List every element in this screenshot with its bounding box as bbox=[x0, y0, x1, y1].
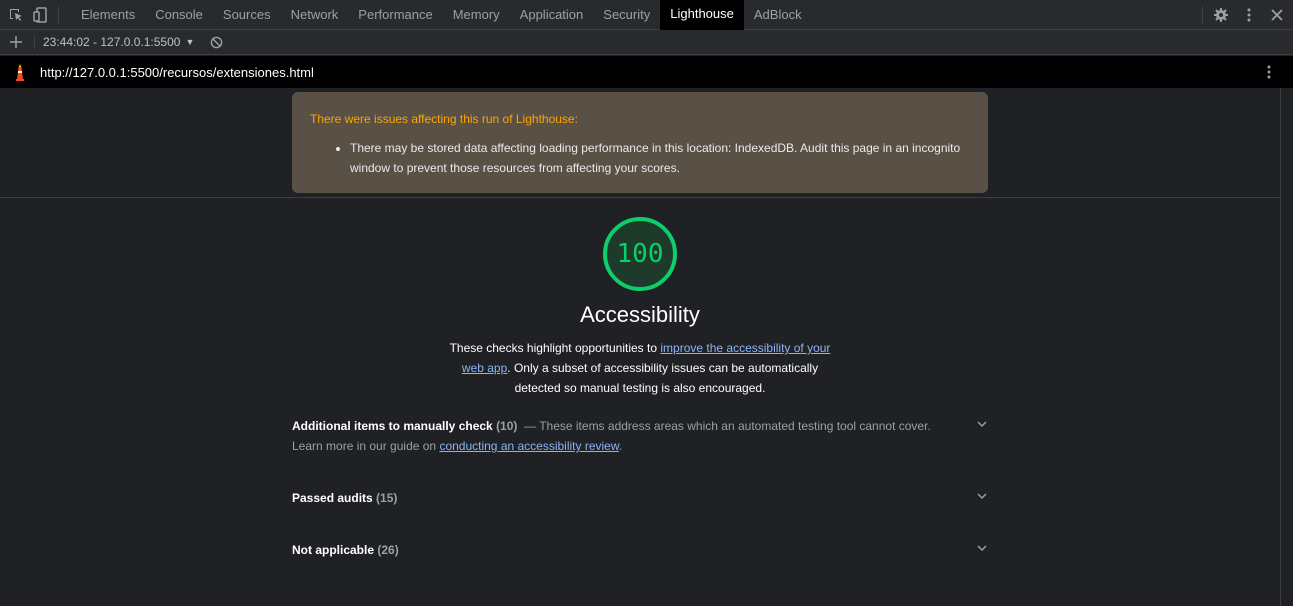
group-count: (10) bbox=[496, 419, 518, 433]
chevron-down-icon[interactable] bbox=[976, 488, 988, 508]
device-toolbar-icon[interactable] bbox=[30, 5, 50, 25]
group-separator: — bbox=[520, 419, 540, 433]
group-title: Additional items to manually check bbox=[292, 419, 493, 433]
category-title: Accessibility bbox=[580, 302, 700, 327]
devtools-tabs: Elements Console Sources Network Perform… bbox=[71, 0, 812, 30]
warning-list: There may be stored data affecting loadi… bbox=[310, 138, 970, 178]
plus-icon[interactable] bbox=[6, 32, 26, 52]
category-description: These checks highlight opportunities to … bbox=[440, 338, 840, 398]
tab-network[interactable]: Network bbox=[281, 0, 349, 30]
report-selector[interactable]: 23:44:02 - 127.0.0.1:5500 ▼ bbox=[43, 35, 194, 49]
group-title: Not applicable bbox=[292, 543, 375, 557]
chevron-down-icon[interactable] bbox=[976, 540, 988, 560]
caret-down-icon: ▼ bbox=[185, 37, 195, 47]
category-desc-text: . Only a subset of accessibility issues … bbox=[507, 361, 819, 395]
accessibility-review-link[interactable]: conducting an accessibility review bbox=[439, 439, 618, 453]
clear-block-icon[interactable] bbox=[206, 32, 226, 52]
warning-title: There were issues affecting this run of … bbox=[310, 112, 578, 126]
warning-item: There may be stored data affecting loadi… bbox=[350, 138, 970, 178]
more-vertical-icon[interactable] bbox=[1239, 5, 1259, 25]
group-not-applicable[interactable]: Not applicable (26) bbox=[292, 540, 988, 560]
tab-security[interactable]: Security bbox=[593, 0, 660, 30]
category-desc-text: These checks highlight opportunities to bbox=[449, 341, 661, 355]
report-content: There were issues affecting this run of … bbox=[0, 88, 1280, 606]
section-divider bbox=[0, 197, 1280, 198]
more-vertical-icon[interactable] bbox=[1259, 62, 1279, 82]
devtools-toolbar: Elements Console Sources Network Perform… bbox=[0, 0, 1293, 30]
tab-memory[interactable]: Memory bbox=[443, 0, 510, 30]
vertical-scrollbar[interactable] bbox=[1280, 88, 1293, 606]
report-selector-value: 23:44:02 - 127.0.0.1:5500 bbox=[43, 35, 181, 49]
lighthouse-logo-icon bbox=[12, 63, 28, 81]
gear-icon[interactable] bbox=[1211, 5, 1231, 25]
group-count: (15) bbox=[376, 491, 398, 505]
score-gauge[interactable]: 100 bbox=[603, 217, 677, 291]
tab-console[interactable]: Console bbox=[145, 0, 213, 30]
group-passed-audits[interactable]: Passed audits (15) bbox=[292, 488, 988, 508]
toolbar-right-actions bbox=[1194, 0, 1287, 30]
tab-performance[interactable]: Performance bbox=[348, 0, 442, 30]
group-description: . bbox=[618, 439, 623, 453]
chevron-down-icon[interactable] bbox=[976, 416, 988, 436]
tab-adblock[interactable]: AdBlock bbox=[744, 0, 812, 30]
subbar-divider bbox=[34, 34, 35, 50]
toolbar-divider bbox=[1202, 6, 1203, 24]
report-url[interactable]: http://127.0.0.1:5500/recursos/extension… bbox=[40, 65, 314, 80]
score-value: 100 bbox=[616, 239, 664, 269]
report-url-bar: http://127.0.0.1:5500/recursos/extension… bbox=[0, 56, 1293, 88]
group-title: Passed audits bbox=[292, 491, 373, 505]
tab-elements[interactable]: Elements bbox=[71, 0, 145, 30]
tab-sources[interactable]: Sources bbox=[213, 0, 281, 30]
group-manual-checks[interactable]: Additional items to manually check (10) … bbox=[292, 416, 988, 456]
toolbar-divider bbox=[58, 5, 59, 24]
close-icon[interactable] bbox=[1267, 5, 1287, 25]
warning-box: There were issues affecting this run of … bbox=[292, 92, 988, 193]
tab-lighthouse[interactable]: Lighthouse bbox=[660, 0, 744, 30]
inspect-element-icon[interactable] bbox=[6, 5, 26, 25]
tab-application[interactable]: Application bbox=[510, 0, 594, 30]
lighthouse-subbar: 23:44:02 - 127.0.0.1:5500 ▼ bbox=[0, 30, 1293, 55]
group-count: (26) bbox=[377, 543, 399, 557]
